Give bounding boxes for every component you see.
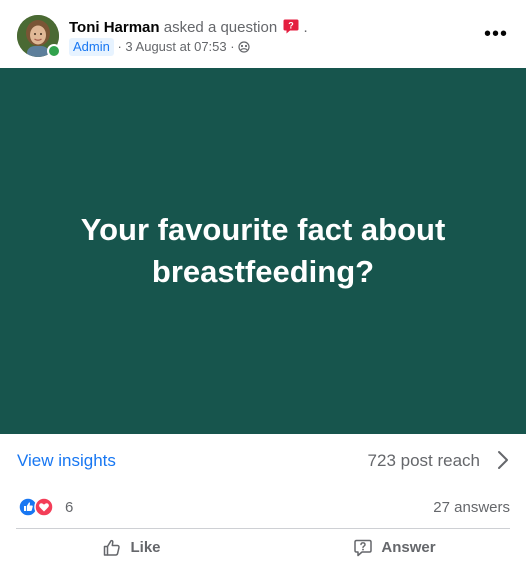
author-name[interactable]: Toni Harman <box>69 19 160 36</box>
insights-row: View insights 723 post reach <box>0 434 526 486</box>
action-divider <box>16 528 510 529</box>
post-meta-line: Admin · 3 August at 07:53 · <box>69 38 250 56</box>
view-insights-link[interactable]: View insights <box>17 451 116 471</box>
question-card[interactable]: Your favourite fact about breastfeeding? <box>0 68 526 434</box>
like-button[interactable]: Like <box>0 530 263 565</box>
svg-text:?: ? <box>289 21 295 31</box>
action-bar: Like Answer <box>0 530 526 565</box>
answers-count[interactable]: 27 answers <box>433 499 510 516</box>
post-action-text: asked a question <box>163 19 278 36</box>
question-text: Your favourite fact about breastfeeding? <box>80 212 446 289</box>
title-period: . <box>303 19 308 36</box>
online-status-dot <box>47 44 61 58</box>
question-post: Toni Harman asked a question ? . Admin ·… <box>0 0 526 565</box>
answer-button[interactable]: Answer <box>263 530 526 565</box>
reaction-icons[interactable] <box>18 497 60 517</box>
thumbs-up-icon <box>104 539 121 556</box>
post-reach-text[interactable]: 723 post reach <box>368 451 480 471</box>
audience-group-icon[interactable] <box>238 40 250 53</box>
chevron-right-icon[interactable] <box>496 449 510 471</box>
like-label: Like <box>130 539 161 556</box>
admin-badge: Admin <box>69 38 114 56</box>
post-timestamp[interactable]: · 3 August at 07:53 · <box>117 39 234 54</box>
question-icon: ? <box>283 18 299 34</box>
reaction-count[interactable]: 6 <box>65 499 73 516</box>
question-bubble-icon <box>354 539 373 556</box>
answer-label: Answer <box>381 539 436 556</box>
post-title-line: Toni Harman asked a question ? . <box>69 16 308 38</box>
reactions-row: 6 27 answers <box>0 490 526 526</box>
more-options-button[interactable]: ••• <box>482 20 510 48</box>
post-header: Toni Harman asked a question ? . Admin ·… <box>0 0 526 68</box>
